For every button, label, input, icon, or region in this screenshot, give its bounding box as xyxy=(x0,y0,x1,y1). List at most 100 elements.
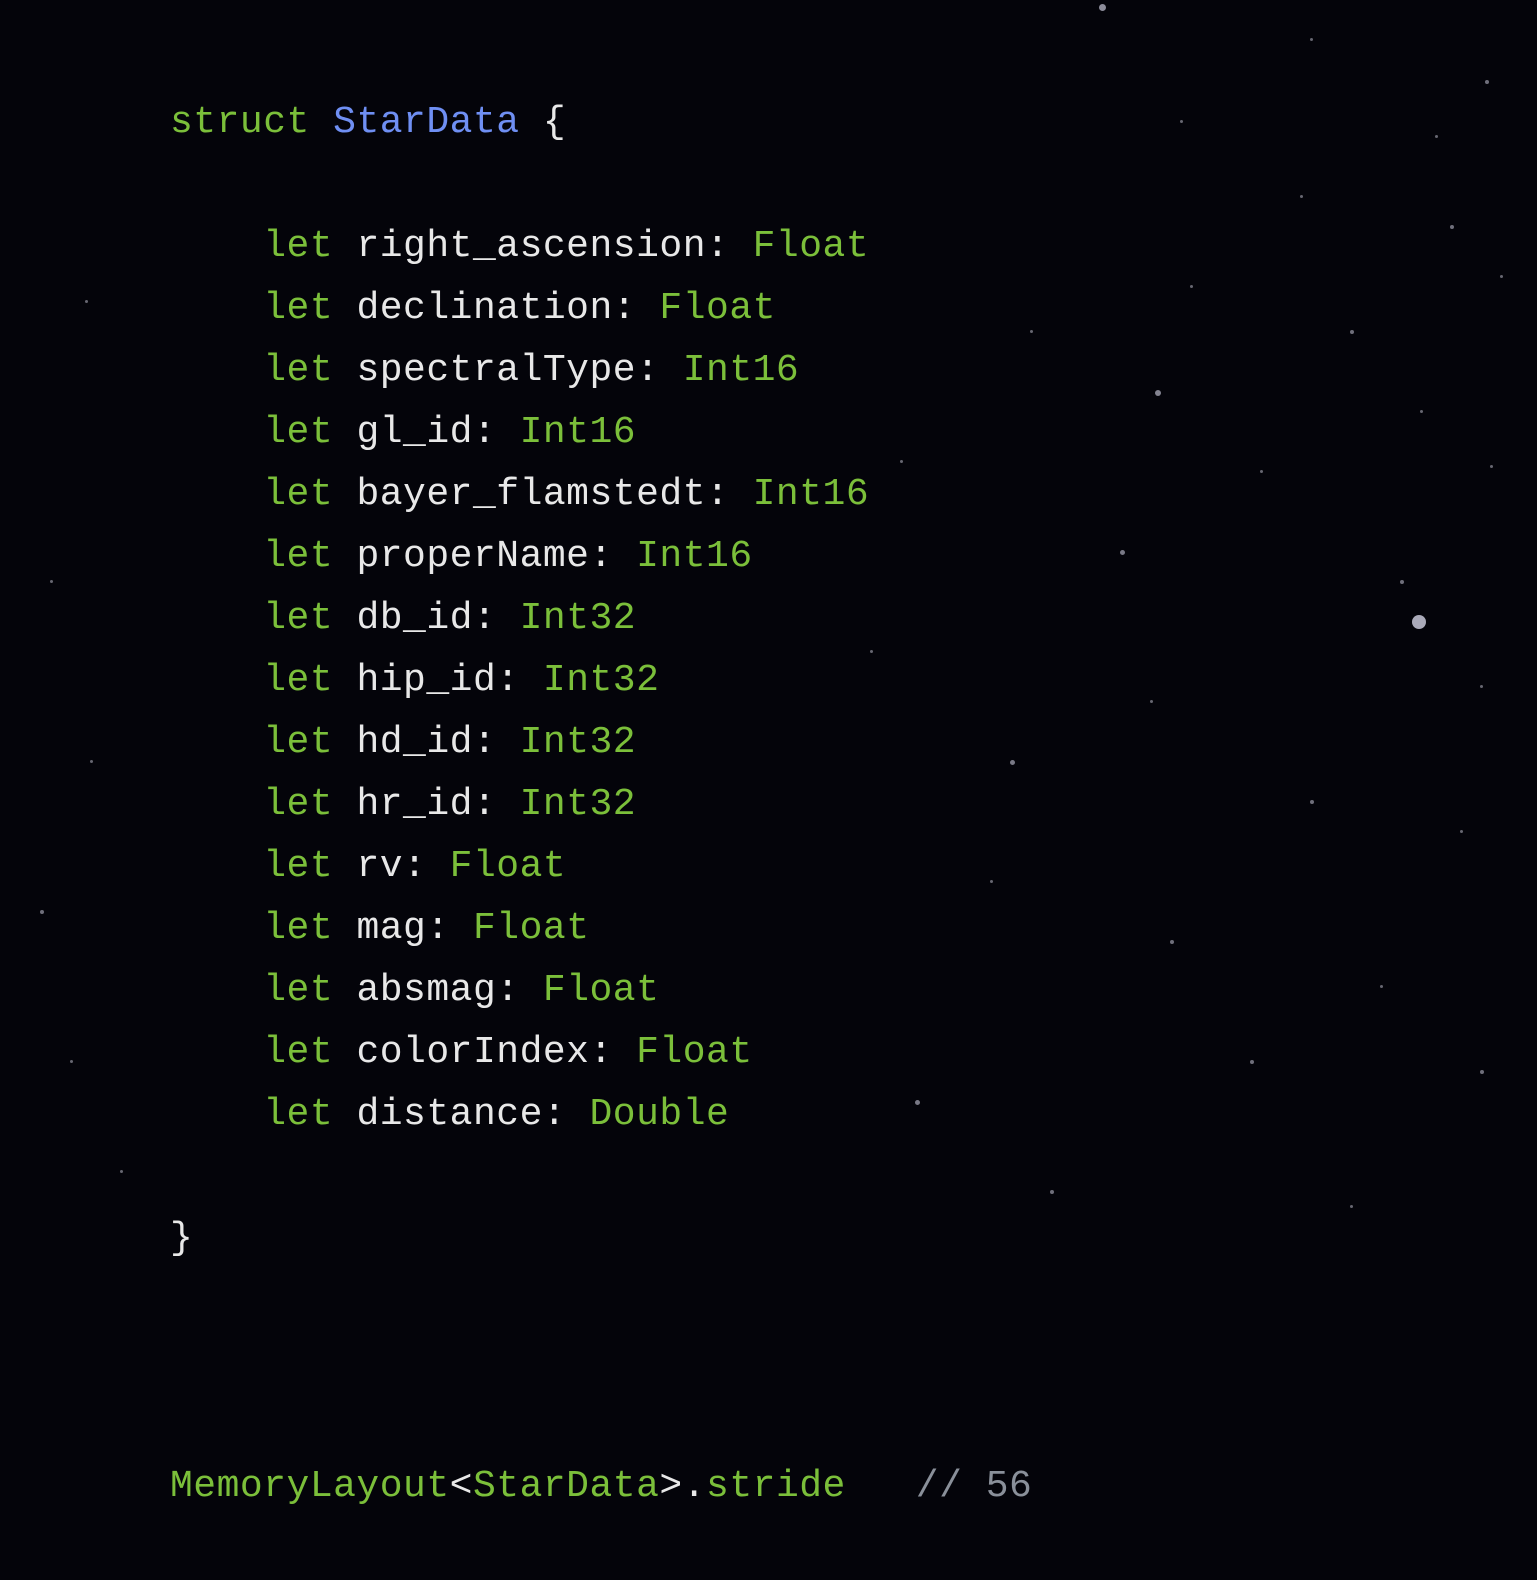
star-icon xyxy=(1150,700,1153,703)
field-name: right_ascension xyxy=(356,225,706,268)
star-icon xyxy=(40,910,44,914)
keyword-let: let xyxy=(263,597,333,640)
star-icon xyxy=(1420,410,1423,413)
star-icon xyxy=(1310,38,1313,41)
keyword-struct: struct xyxy=(170,101,310,144)
field-line: let mag: Float xyxy=(170,898,1032,960)
field-name: hip_id xyxy=(356,659,496,702)
memorylayout-type: MemoryLayout xyxy=(170,1465,450,1508)
field-type: Float xyxy=(659,287,776,330)
star-icon xyxy=(1099,4,1106,11)
star-icon xyxy=(50,580,53,583)
field-name: hr_id xyxy=(356,783,473,826)
keyword-let: let xyxy=(263,411,333,454)
field-name: properName xyxy=(356,535,589,578)
field-type: Double xyxy=(590,1093,730,1136)
field-line: let hr_id: Int32 xyxy=(170,774,1032,836)
field-type: Float xyxy=(473,907,590,950)
star-icon xyxy=(1480,1070,1484,1074)
field-name: colorIndex xyxy=(356,1031,589,1074)
keyword-let: let xyxy=(263,349,333,392)
field-line: let db_id: Int32 xyxy=(170,588,1032,650)
keyword-let: let xyxy=(263,1093,333,1136)
field-name: distance xyxy=(356,1093,542,1136)
field-line: let declination: Float xyxy=(170,278,1032,340)
star-icon xyxy=(1450,225,1454,229)
field-type: Int32 xyxy=(520,783,637,826)
keyword-let: let xyxy=(263,721,333,764)
keyword-let: let xyxy=(263,907,333,950)
field-name: hd_id xyxy=(356,721,473,764)
blank-line xyxy=(170,1332,1032,1394)
field-line: let hd_id: Int32 xyxy=(170,712,1032,774)
field-line: let rv: Float xyxy=(170,836,1032,898)
keyword-let: let xyxy=(263,783,333,826)
field-type: Float xyxy=(450,845,567,888)
star-icon xyxy=(1460,830,1463,833)
field-name: declination xyxy=(356,287,612,330)
star-icon xyxy=(1155,390,1161,396)
star-icon xyxy=(120,1170,123,1173)
struct-decl-line: struct StarData { xyxy=(170,92,1032,154)
star-icon xyxy=(1190,285,1193,288)
star-icon xyxy=(1480,685,1483,688)
brace-open: { xyxy=(543,101,566,144)
field-line: let right_ascension: Float xyxy=(170,216,1032,278)
keyword-let: let xyxy=(263,225,333,268)
star-icon xyxy=(1050,1190,1054,1194)
field-type: Float xyxy=(543,969,660,1012)
star-icon xyxy=(1120,550,1125,555)
field-type: Int32 xyxy=(543,659,660,702)
star-icon xyxy=(1260,470,1263,473)
star-icon xyxy=(1250,1060,1254,1064)
field-line: let distance: Double xyxy=(170,1084,1032,1146)
star-icon xyxy=(1500,275,1503,278)
field-line: let properName: Int16 xyxy=(170,526,1032,588)
field-type: Int16 xyxy=(636,535,753,578)
code-block: struct StarData { let right_ascension: F… xyxy=(170,30,1032,1580)
star-icon xyxy=(1435,135,1438,138)
field-line: let bayer_flamstedt: Int16 xyxy=(170,464,1032,526)
memorylayout-member: stride xyxy=(706,1465,846,1508)
keyword-let: let xyxy=(263,287,333,330)
field-line: let hip_id: Int32 xyxy=(170,650,1032,712)
field-name: mag xyxy=(356,907,426,950)
field-name: spectralType xyxy=(356,349,636,392)
field-name: gl_id xyxy=(356,411,473,454)
field-name: bayer_flamstedt xyxy=(356,473,706,516)
star-icon xyxy=(1400,580,1404,584)
field-type: Int16 xyxy=(683,349,800,392)
brace-close: } xyxy=(170,1217,193,1260)
field-type: Int16 xyxy=(753,473,870,516)
star-icon xyxy=(85,300,88,303)
field-type: Int32 xyxy=(520,721,637,764)
struct-fields: let right_ascension: Float let declinati… xyxy=(170,216,1032,1146)
star-icon xyxy=(1490,465,1493,468)
star-icon xyxy=(1300,195,1303,198)
star-icon xyxy=(90,760,93,763)
field-type: Float xyxy=(636,1031,753,1074)
keyword-let: let xyxy=(263,659,333,702)
memorylayout-typearg: StarData xyxy=(473,1465,659,1508)
star-icon xyxy=(1485,80,1489,84)
star-icon xyxy=(1350,330,1354,334)
field-line: let gl_id: Int16 xyxy=(170,402,1032,464)
field-type: Int32 xyxy=(520,597,637,640)
field-type: Float xyxy=(753,225,870,268)
memory-layout-line: MemoryLayout<StarData>.stride // 56 xyxy=(170,1456,1032,1518)
struct-name: StarData xyxy=(333,101,519,144)
star-icon xyxy=(1170,940,1174,944)
star-icon xyxy=(1350,1205,1353,1208)
field-name: rv xyxy=(356,845,403,888)
star-icon xyxy=(70,1060,73,1063)
keyword-let: let xyxy=(263,473,333,516)
field-line: let absmag: Float xyxy=(170,960,1032,1022)
star-icon xyxy=(1380,985,1383,988)
comment-stride-value: // 56 xyxy=(916,1465,1033,1508)
star-icon xyxy=(1180,120,1183,123)
field-name: absmag xyxy=(356,969,496,1012)
keyword-let: let xyxy=(263,969,333,1012)
field-type: Int16 xyxy=(520,411,637,454)
star-icon xyxy=(1412,615,1426,629)
field-line: let spectralType: Int16 xyxy=(170,340,1032,402)
